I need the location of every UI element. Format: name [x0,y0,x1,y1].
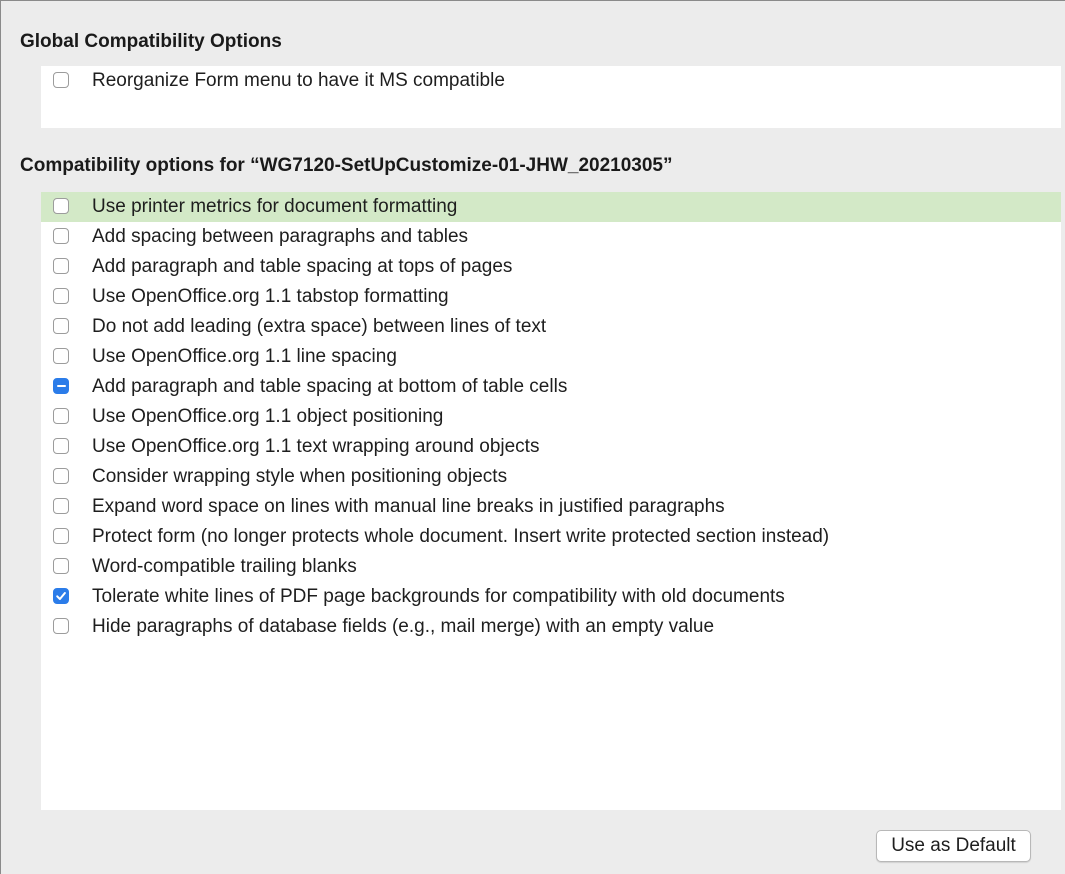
option-row[interactable]: Hide paragraphs of database fields (e.g.… [41,612,1061,642]
option-row[interactable]: Add spacing between paragraphs and table… [41,222,1061,252]
option-row[interactable]: Use printer metrics for document formatt… [41,192,1061,222]
option-checkbox[interactable] [53,588,69,604]
option-label: Expand word space on lines with manual l… [92,496,725,517]
global-compatibility-title: Global Compatibility Options [20,31,282,52]
option-checkbox[interactable] [53,408,69,424]
option-checkbox[interactable] [53,378,69,394]
option-row[interactable]: Word-compatible trailing blanks [41,552,1061,582]
option-row[interactable]: Tolerate white lines of PDF page backgro… [41,582,1061,612]
option-label: Word-compatible trailing blanks [92,556,357,577]
option-checkbox[interactable] [53,618,69,634]
option-checkbox[interactable] [53,558,69,574]
option-checkbox[interactable] [53,528,69,544]
option-row[interactable]: Add paragraph and table spacing at tops … [41,252,1061,282]
option-checkbox[interactable] [53,228,69,244]
option-checkbox[interactable] [53,438,69,454]
option-checkbox[interactable] [53,348,69,364]
option-label: Tolerate white lines of PDF page backgro… [92,586,785,607]
option-row[interactable]: Use OpenOffice.org 1.1 object positionin… [41,402,1061,432]
use-as-default-button[interactable]: Use as Default [876,830,1031,862]
global-options-list: Reorganize Form menu to have it MS compa… [41,66,1061,128]
option-row[interactable]: Expand word space on lines with manual l… [41,492,1061,522]
option-row[interactable]: Protect form (no longer protects whole d… [41,522,1061,552]
option-row[interactable]: Use OpenOffice.org 1.1 tabstop formattin… [41,282,1061,312]
option-checkbox[interactable] [53,258,69,274]
option-label: Consider wrapping style when positioning… [92,466,508,487]
option-label: Use OpenOffice.org 1.1 object positionin… [92,406,444,427]
document-compatibility-title: Compatibility options for “WG7120-SetUpC… [20,155,673,176]
checkmark-icon [56,592,66,600]
dialog-left-border [0,0,1,874]
option-row[interactable]: Use OpenOffice.org 1.1 text wrapping aro… [41,432,1061,462]
option-label: Reorganize Form menu to have it MS compa… [92,70,505,91]
option-row[interactable]: Consider wrapping style when positioning… [41,462,1061,492]
option-checkbox[interactable] [53,318,69,334]
option-label: Use OpenOffice.org 1.1 text wrapping aro… [92,436,540,457]
option-label: Protect form (no longer protects whole d… [92,526,830,547]
option-label: Add paragraph and table spacing at tops … [92,256,513,277]
option-row[interactable]: Do not add leading (extra space) between… [41,312,1061,342]
option-label: Hide paragraphs of database fields (e.g.… [92,616,715,637]
document-options-list: Use printer metrics for document formatt… [41,192,1061,810]
option-label: Do not add leading (extra space) between… [92,316,547,337]
option-label: Use OpenOffice.org 1.1 tabstop formattin… [92,286,449,307]
option-row[interactable]: Use OpenOffice.org 1.1 line spacing [41,342,1061,372]
option-label: Use printer metrics for document formatt… [92,196,458,217]
option-checkbox[interactable] [53,72,69,88]
option-label: Add spacing between paragraphs and table… [92,226,469,247]
option-checkbox[interactable] [53,498,69,514]
option-checkbox[interactable] [53,468,69,484]
option-row[interactable]: Add paragraph and table spacing at botto… [41,372,1061,402]
option-label: Add paragraph and table spacing at botto… [92,376,568,397]
indeterminate-dash-icon [56,385,66,387]
option-row[interactable]: Reorganize Form menu to have it MS compa… [41,66,1061,96]
option-checkbox[interactable] [53,198,69,214]
dialog-top-border [0,0,1065,1]
option-checkbox[interactable] [53,288,69,304]
option-label: Use OpenOffice.org 1.1 line spacing [92,346,397,367]
